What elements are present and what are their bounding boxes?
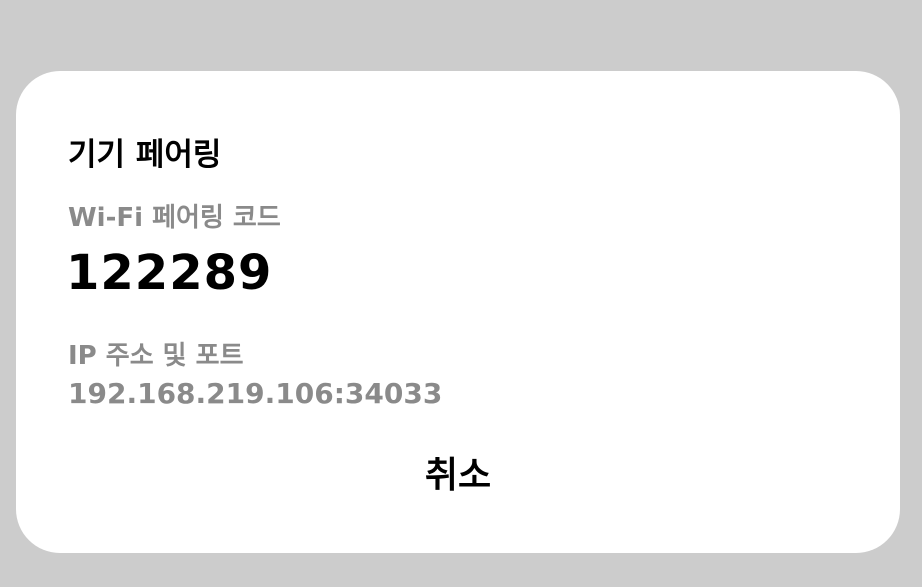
ip-address-port-value: 192.168.219.106:34033 xyxy=(68,377,443,410)
wifi-pairing-code-label: Wi-Fi 페어링 코드 xyxy=(68,203,281,233)
dialog-title: 기기 페어링 xyxy=(68,137,222,173)
pairing-dialog: 기기 페어링 Wi-Fi 페어링 코드 122289 IP 주소 및 포트 19… xyxy=(16,71,900,553)
ip-address-port-label: IP 주소 및 포트 xyxy=(68,341,244,371)
wifi-pairing-code: 122289 xyxy=(66,245,273,301)
cancel-button[interactable]: 취소 xyxy=(408,443,508,501)
